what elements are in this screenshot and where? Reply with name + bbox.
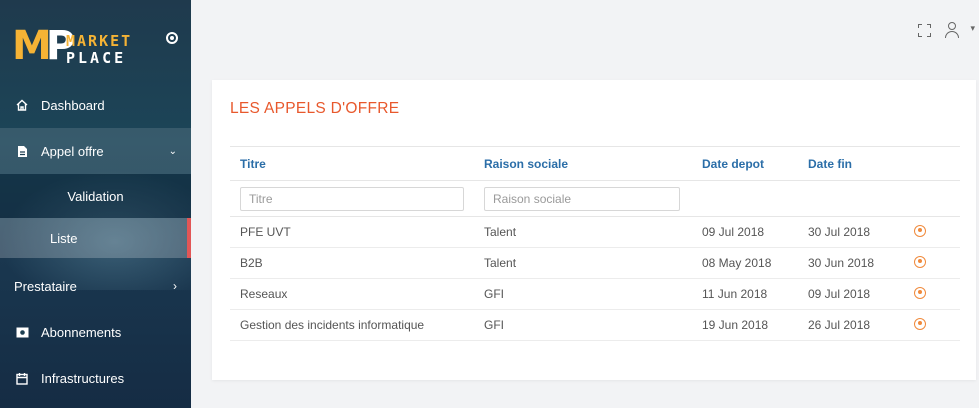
chevron-down-icon[interactable]: ▾ bbox=[970, 23, 975, 34]
table-row[interactable]: Gestion des incidents informatique GFI 1… bbox=[230, 309, 960, 341]
cell-date-fin: 26 Jul 2018 bbox=[798, 309, 904, 341]
user-menu-icon[interactable] bbox=[945, 22, 959, 38]
page-title: LES APPELS D'OFFRE bbox=[230, 100, 400, 117]
column-header-date-depot[interactable]: Date depot bbox=[692, 146, 798, 181]
sidebar-item-infrastructures[interactable]: Infrastructures bbox=[0, 358, 191, 398]
cell-titre: B2B bbox=[230, 247, 474, 279]
raison-sociale-filter-input[interactable] bbox=[484, 186, 680, 211]
cell-titre: Reseaux bbox=[230, 278, 474, 310]
view-eye-icon[interactable] bbox=[914, 286, 926, 299]
titre-filter-input[interactable] bbox=[240, 186, 464, 211]
home-icon bbox=[15, 98, 29, 112]
cell-date-fin: 09 Jul 2018 bbox=[798, 278, 904, 310]
sidebar-item-label: Dashboard bbox=[41, 97, 105, 113]
cell-raison-sociale: GFI bbox=[474, 278, 692, 310]
offers-table: Titre Raison sociale Date depot Date fin… bbox=[230, 146, 960, 341]
document-icon bbox=[15, 144, 29, 158]
offers-card: LES APPELS D'OFFRE Titre Raison sociale … bbox=[212, 80, 976, 380]
sidebar-item-liste[interactable]: Liste bbox=[0, 218, 191, 258]
table-row[interactable]: PFE UVT Talent 09 Jul 2018 30 Jul 2018 bbox=[230, 216, 960, 248]
table-row[interactable]: Reseaux GFI 11 Jun 2018 09 Jul 2018 bbox=[230, 278, 960, 310]
sidebar-item-label: Validation bbox=[67, 188, 124, 204]
table-row[interactable]: B2B Talent 08 May 2018 30 Jun 2018 bbox=[230, 247, 960, 279]
chevron-right-icon: › bbox=[173, 279, 177, 293]
column-header-titre[interactable]: Titre bbox=[230, 146, 474, 181]
cell-date-fin: 30 Jun 2018 bbox=[798, 247, 904, 279]
view-eye-icon[interactable] bbox=[914, 317, 926, 330]
view-eye-icon[interactable] bbox=[914, 255, 926, 268]
table-header-row: Titre Raison sociale Date depot Date fin bbox=[230, 146, 960, 181]
cell-date-depot: 08 May 2018 bbox=[692, 247, 798, 279]
logo-text-place: PLACE bbox=[66, 49, 127, 67]
brand-logo[interactable]: MP MARKET PLACE bbox=[12, 22, 142, 72]
sidebar-item-dashboard[interactable]: Dashboard bbox=[0, 84, 191, 126]
logo-text-market: MARKET bbox=[66, 32, 133, 50]
cell-titre: Gestion des incidents informatique bbox=[230, 309, 474, 341]
calendar-icon bbox=[15, 371, 29, 385]
sidebar-item-appel-offre[interactable]: Appel offre ⌄ bbox=[0, 128, 191, 174]
logo-mark: MP bbox=[12, 23, 75, 69]
sidebar-item-prestataire[interactable]: Prestataire › bbox=[0, 266, 191, 306]
column-header-actions bbox=[904, 146, 960, 181]
cell-raison-sociale: Talent bbox=[474, 216, 692, 248]
sidebar-toggle-icon[interactable] bbox=[166, 32, 178, 44]
subscription-icon bbox=[15, 325, 29, 339]
cell-date-depot: 19 Jun 2018 bbox=[692, 309, 798, 341]
top-bar: ▾ bbox=[191, 8, 979, 58]
sidebar-item-validation[interactable]: Validation bbox=[0, 174, 191, 218]
sidebar-item-label: Liste bbox=[50, 230, 78, 246]
sidebar-item-label: Abonnements bbox=[41, 324, 122, 340]
chevron-down-icon: ⌄ bbox=[168, 145, 177, 157]
cell-titre: PFE UVT bbox=[230, 216, 474, 248]
cell-raison-sociale: Talent bbox=[474, 247, 692, 279]
fullscreen-icon[interactable] bbox=[918, 24, 931, 37]
view-eye-icon[interactable] bbox=[914, 224, 926, 237]
sidebar: MP MARKET PLACE Dashboard Appel offre ⌄ … bbox=[0, 0, 191, 408]
sidebar-item-label: Prestataire bbox=[14, 278, 77, 294]
filter-row bbox=[230, 180, 960, 217]
cell-date-fin: 30 Jul 2018 bbox=[798, 216, 904, 248]
cell-date-depot: 11 Jun 2018 bbox=[692, 278, 798, 310]
sidebar-item-abonnements[interactable]: Abonnements bbox=[0, 312, 191, 352]
sidebar-item-label: Infrastructures bbox=[41, 370, 125, 386]
column-header-raison-sociale[interactable]: Raison sociale bbox=[474, 146, 692, 181]
cell-raison-sociale: GFI bbox=[474, 309, 692, 341]
column-header-date-fin[interactable]: Date fin bbox=[798, 146, 904, 181]
sidebar-item-label: Appel offre bbox=[41, 143, 104, 159]
cell-date-depot: 09 Jul 2018 bbox=[692, 216, 798, 248]
